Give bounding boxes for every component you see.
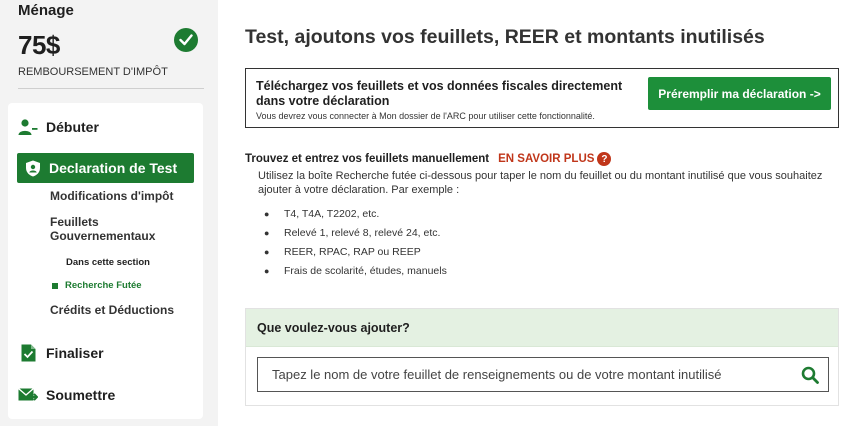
add-item-panel: Que voulez-vous ajouter?	[245, 308, 839, 406]
prefill-panel: Téléchargez vos feuillets et vos données…	[245, 68, 839, 128]
prefill-button[interactable]: Préremplir ma déclaration ->	[648, 77, 831, 110]
nav-step-submit-label: Soumettre	[46, 387, 116, 403]
learn-more-link[interactable]: EN SAVOIR PLUS	[498, 153, 594, 165]
example-text: T4, T4A, T2202, etc.	[284, 207, 380, 220]
nav-sub-credits[interactable]: Crédits et Déductions	[50, 303, 174, 317]
prefill-note: Vous devrez vous connecter à Mon dossier…	[256, 111, 595, 121]
nav-step-submit[interactable]: Soumettre	[18, 385, 115, 405]
list-item: ● T4, T4A, T2202, etc.	[264, 207, 380, 220]
examples-list: ● T4, T4A, T2202, etc. ● Relevé 1, relevé …	[264, 204, 845, 280]
refund-label: REMBOURSEMENT D'IMPÔT	[18, 66, 168, 78]
step-navigation: Débuter Declaration de Test Modification…	[8, 103, 203, 419]
nav-step-active[interactable]: Declaration de Test	[17, 153, 194, 183]
smart-search-field	[257, 357, 829, 392]
check-circle-icon	[174, 28, 198, 52]
smart-search-input[interactable]	[258, 358, 792, 391]
list-item: ● Frais de scolarité, études, manuels	[264, 264, 447, 277]
nav-current-section[interactable]: Recherche Futée	[52, 280, 142, 291]
person-add-icon	[18, 117, 38, 137]
manual-heading-row: Trouvez et entrez vos feuillets manuelle…	[245, 152, 845, 166]
search-icon[interactable]	[792, 358, 828, 391]
nav-step-start[interactable]: Débuter	[18, 117, 99, 137]
example-text: Frais de scolarité, études, manuels	[284, 264, 447, 277]
list-item: ● REER, RPAC, RAP ou REEP	[264, 245, 421, 258]
prefill-heading: Téléchargez vos feuillets et vos données…	[256, 79, 623, 108]
help-icon[interactable]: ?	[597, 152, 612, 166]
document-check-icon	[18, 343, 38, 363]
add-item-heading: Que voulez-vous ajouter?	[246, 309, 838, 347]
manual-entry-section: Trouvez et entrez vos feuillets manuelle…	[245, 152, 845, 280]
list-item: ● Relevé 1, relevé 8, relevé 24, etc.	[264, 226, 441, 239]
refund-household: Ménage	[18, 2, 74, 19]
manual-description: Utilisez la boîte Recherche futée ci-des…	[258, 170, 823, 196]
shield-icon	[25, 160, 41, 177]
current-marker	[52, 282, 58, 289]
nav-sub-slips[interactable]: Feuillets Gouvernementaux	[50, 215, 170, 243]
example-text: REER, RPAC, RAP ou REEP	[284, 245, 421, 258]
page-title: Test, ajoutons vos feuillets, REER et mo…	[245, 26, 765, 48]
refund-amount: 75$	[18, 30, 60, 60]
nav-sub-modifications[interactable]: Modifications d'impôt	[50, 189, 174, 203]
sidebar: Ménage 75$ REMBOURSEMENT D'IMPÔT Débuter	[0, 0, 218, 426]
nav-step-active-label: Declaration de Test	[49, 160, 178, 176]
nav-current-label: Recherche Futée	[65, 280, 142, 291]
nav-step-start-label: Débuter	[46, 119, 99, 135]
send-mail-icon	[18, 385, 38, 405]
nav-step-finalize[interactable]: Finaliser	[18, 343, 104, 363]
refund-divider	[18, 88, 204, 89]
manual-heading: Trouvez et entrez vos feuillets manuelle…	[245, 153, 490, 165]
nav-in-section: Dans cette section	[66, 257, 150, 268]
nav-step-finalize-label: Finaliser	[46, 345, 104, 361]
example-text: Relevé 1, relevé 8, relevé 24, etc.	[284, 226, 441, 239]
